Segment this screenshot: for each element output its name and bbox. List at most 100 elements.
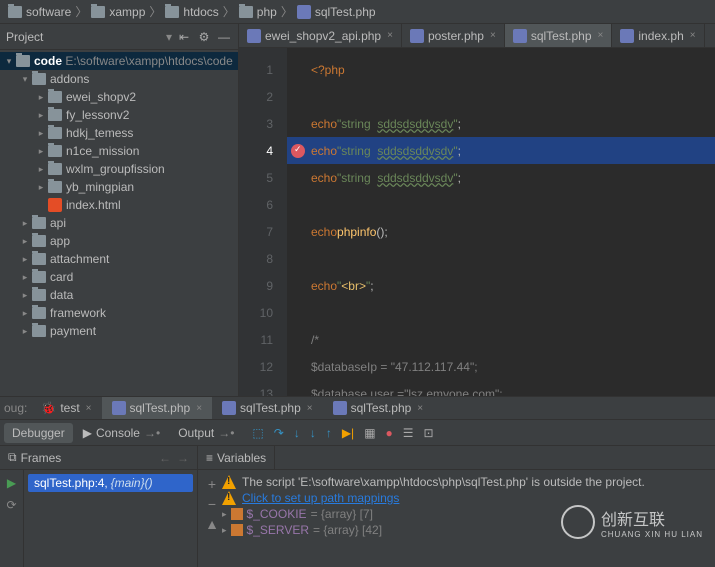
tree-root[interactable]: ▾ code E:\software\xampp\htdocs\code [0, 52, 238, 70]
step-down-icon[interactable]: ↓ [294, 426, 300, 440]
variable-row[interactable]: ▸$_SERVER = {array} [42] [222, 522, 711, 538]
php-icon [513, 29, 527, 43]
breadcrumb-item[interactable]: htdocs [165, 5, 218, 19]
tree-label: addons [50, 72, 89, 86]
run-tab-label: sqlTest.php [130, 401, 191, 415]
close-icon[interactable]: × [196, 403, 202, 414]
close-icon[interactable]: × [387, 30, 393, 41]
warning-icon [222, 475, 236, 489]
evaluate-icon[interactable]: ▦ [364, 426, 375, 440]
warning-line: The script 'E:\software\xampp\htdocs\php… [222, 474, 711, 490]
tree-item[interactable]: ▸n1ce_mission [0, 142, 238, 160]
next-frame-icon[interactable]: → [177, 451, 189, 465]
tree-item[interactable]: ▸framework [0, 304, 238, 322]
stack-frame[interactable]: sqlTest.php:4, {main}() [28, 474, 193, 492]
step-over-icon[interactable]: ⬚ [252, 426, 263, 440]
output-tab[interactable]: Output→• [170, 423, 242, 443]
tree-item[interactable]: ▸card [0, 268, 238, 286]
editor-tab[interactable]: index.ph × [612, 24, 704, 47]
close-icon[interactable]: × [690, 30, 696, 41]
tab-label: poster.php [428, 29, 484, 43]
tree-item[interactable]: ▸attachment [0, 250, 238, 268]
tree-item[interactable]: ▸api [0, 214, 238, 232]
minimize-icon[interactable]: — [216, 29, 232, 45]
close-icon[interactable]: × [598, 30, 604, 41]
run-to-cursor-icon[interactable]: ▶| [342, 426, 354, 440]
html-icon [48, 198, 62, 212]
console-tab[interactable]: ▶Console→• [75, 423, 168, 443]
collapse-icon[interactable]: ⇤ [176, 29, 192, 45]
tree-item[interactable]: ▸payment [0, 322, 238, 340]
resume-icon[interactable]: ▶ [7, 476, 16, 490]
folder-icon [239, 6, 253, 18]
tab-label: index.ph [638, 29, 683, 43]
php-icon [247, 29, 261, 43]
tree-label: yb_mingpian [66, 180, 134, 194]
breadcrumb-item[interactable]: php [239, 5, 277, 19]
tree-item[interactable]: ▸app [0, 232, 238, 250]
warning-line: Click to set up path mappings [222, 490, 711, 506]
tree-item[interactable]: index.html [0, 196, 238, 214]
breadcrumb-item[interactable]: xampp [91, 5, 145, 19]
close-icon[interactable]: × [307, 403, 313, 414]
tree-item[interactable]: ▾addons [0, 70, 238, 88]
run-tab[interactable]: sqlTest.php × [212, 397, 323, 419]
editor-tab[interactable]: ewei_shopv2_api.php× [239, 24, 402, 47]
add-watch-icon[interactable]: + [208, 476, 216, 492]
breadcrumb-item[interactable]: sqlTest.php [297, 5, 376, 19]
php-icon [620, 29, 634, 43]
folder-icon [32, 325, 46, 337]
stop-icon[interactable]: ⟳ [6, 498, 16, 512]
breadcrumb: software〉xampp〉htdocs〉php〉sqlTest.php [0, 0, 715, 24]
editor-tab[interactable]: sqlTest.php× [505, 24, 613, 47]
frames-icon: ⧉ [8, 450, 17, 465]
run-tab-label: sqlTest.php [240, 401, 301, 415]
debugger-body: ▶ ⟳ sqlTest.php:4, {main}() + − ▲ The sc… [0, 470, 715, 567]
step-out-icon[interactable]: ↑ [326, 426, 332, 440]
close-icon[interactable]: × [86, 403, 92, 414]
run-tab[interactable]: 🐞test× [31, 397, 101, 419]
tree-item[interactable]: ▸wxlm_groupfission [0, 160, 238, 178]
tree-item[interactable]: ▸fy_lessonv2 [0, 106, 238, 124]
run-tab[interactable]: sqlTest.php × [102, 397, 213, 419]
php-icon [410, 29, 424, 43]
project-title[interactable]: Project [6, 30, 162, 44]
tree-item[interactable]: ▸ewei_shopv2 [0, 88, 238, 106]
close-icon[interactable]: × [490, 30, 496, 41]
pin-icon[interactable]: ⊡ [424, 426, 434, 440]
breadcrumb-item[interactable]: software [8, 5, 71, 19]
folder-icon [48, 181, 62, 193]
bug-icon: 🐞 [41, 401, 56, 415]
step-into-icon[interactable]: ↷ [274, 426, 284, 440]
folder-icon [48, 145, 62, 157]
folder-icon [48, 109, 62, 121]
path-mapping-link[interactable]: Click to set up path mappings [242, 491, 399, 505]
tree-label: fy_lessonv2 [66, 108, 129, 122]
code-editor[interactable]: 12345678910111213 <?phpecho "string sdds… [239, 48, 715, 396]
php-icon [112, 401, 126, 415]
variable-row[interactable]: ▸$_COOKIE = {array} [7] [222, 506, 711, 522]
prev-frame-icon[interactable]: ← [159, 451, 171, 465]
editor-tab[interactable]: poster.php × [402, 24, 505, 47]
tree-item[interactable]: ▸yb_mingpian [0, 178, 238, 196]
folder-icon [48, 127, 62, 139]
run-tab[interactable]: sqlTest.php× [323, 397, 434, 419]
vars-icon: ≡ [206, 451, 213, 465]
gear-icon[interactable]: ⚙ [196, 29, 212, 45]
tree-item[interactable]: ▸hdkj_temess [0, 124, 238, 142]
close-icon[interactable]: × [417, 403, 423, 414]
remove-watch-icon[interactable]: − [208, 496, 216, 512]
breakpoint-icon[interactable] [291, 144, 305, 158]
up-icon[interactable]: ▲ [205, 516, 219, 532]
folder-icon [32, 271, 46, 283]
force-step-icon[interactable]: ↓ [310, 426, 316, 440]
var-icon [231, 508, 243, 520]
php-icon [333, 401, 347, 415]
tree-label: api [50, 216, 66, 230]
settings-icon[interactable]: ☰ [403, 426, 414, 440]
folder-icon [8, 6, 22, 18]
debug-left-gutter: ▶ ⟳ [0, 470, 24, 567]
debugger-tab[interactable]: Debugger [4, 423, 73, 443]
mute-bp-icon[interactable]: ● [386, 426, 393, 440]
tree-item[interactable]: ▸data [0, 286, 238, 304]
